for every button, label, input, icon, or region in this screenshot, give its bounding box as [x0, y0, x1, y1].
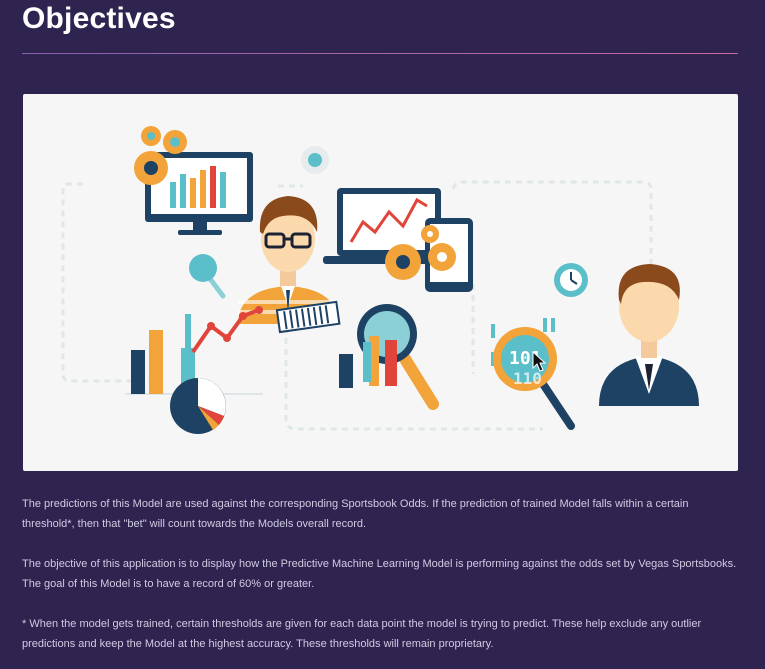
laptop-line-chart-icon	[323, 188, 473, 292]
svg-text:110: 110	[513, 369, 542, 388]
objectives-page: Objectives 101 110 The predictions of th…	[0, 0, 765, 669]
magnifier-chart-icon	[339, 304, 439, 410]
hero-illustration: 101 110	[23, 94, 738, 471]
pie-chart-icon	[170, 378, 226, 434]
binary-magnifier-icon: 101 110	[491, 318, 575, 430]
clock-icon	[554, 263, 588, 297]
description-paragraph: The predictions of this Model are used a…	[22, 498, 689, 530]
small-gear-icon	[301, 146, 329, 174]
small-magnifier-icon	[189, 254, 226, 299]
title-divider	[22, 53, 738, 54]
objective-paragraph: The objective of this application is to …	[22, 558, 737, 590]
page-title: Objectives	[22, 2, 176, 35]
client-avatar	[599, 264, 699, 406]
threshold-footnote: * When the model gets trained, certain t…	[22, 618, 702, 650]
